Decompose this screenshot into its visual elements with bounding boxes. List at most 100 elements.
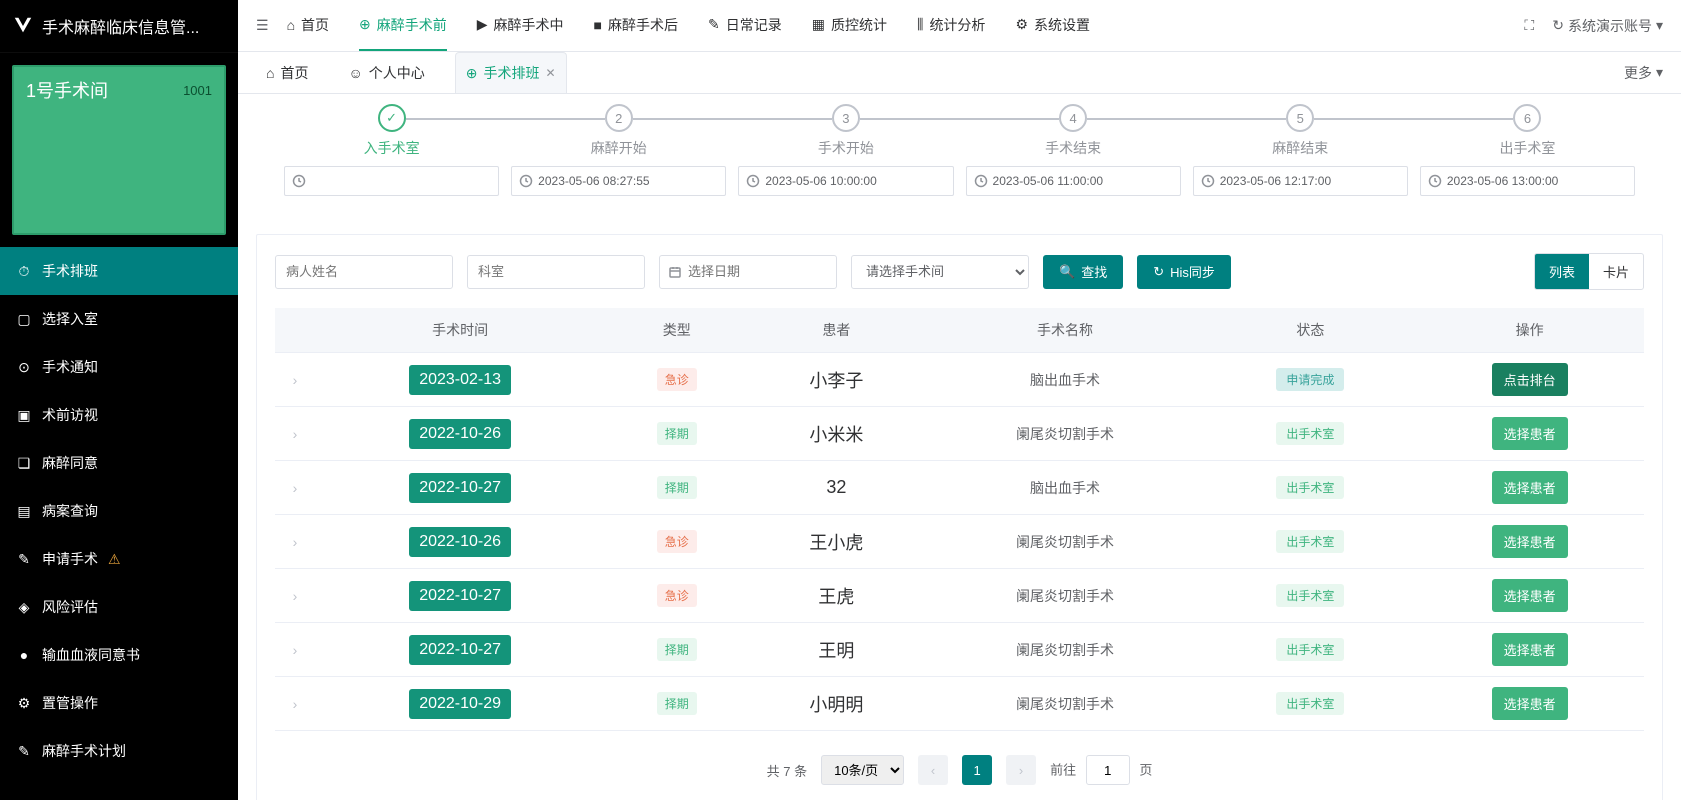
row-action-button[interactable]: 选择患者 [1492,525,1568,558]
status-badge: 申请完成 [1276,368,1344,391]
next-page-button[interactable]: › [1006,755,1036,785]
date-input[interactable] [659,255,837,289]
room-card[interactable]: 1号手术间 1001 [12,65,226,235]
room-select[interactable]: 请选择手术间 [851,255,1029,289]
surgery-name: 阑尾炎切割手术 [924,569,1205,623]
menu-label: 手术通知 [42,357,98,377]
surgery-date: 2022-10-27 [409,635,511,665]
view-list-button[interactable]: 列表 [1535,254,1589,289]
collapse-sidebar-icon[interactable]: ☰ [256,17,269,34]
table-row: › 2022-10-27 择期 王明 阑尾炎切割手术 出手术室 选择患者 [275,623,1644,677]
page-number-button[interactable]: 1 [962,755,992,785]
expand-row-button[interactable]: › [275,407,315,461]
nav-label: 质控统计 [831,15,887,35]
step-circle: 6 [1513,104,1541,132]
subtab-首页[interactable]: ⌂首页 [256,52,318,93]
nav-麻醉手术后[interactable]: ■麻醉手术后 [594,1,678,51]
nav-统计分析[interactable]: ⫼统计分析 [917,1,985,51]
row-action-button[interactable]: 选择患者 [1492,471,1568,504]
his-sync-button[interactable]: ↻ His同步 [1137,255,1231,289]
subtab-label: 手术排班 [484,63,540,83]
menu-label: 麻醉同意 [42,453,98,473]
page-size-select[interactable]: 10条/页 [821,755,904,785]
sidebar-item-申请手术[interactable]: ✎申请手术⚠ [0,535,238,583]
nav-麻醉手术中[interactable]: ▶麻醉手术中 [477,1,564,51]
jump-suffix: 页 [1139,763,1152,778]
menu-icon: ⏱ [16,263,32,279]
sidebar-item-术前访视[interactable]: ▣术前访视 [0,391,238,439]
schedule-panel: 请选择手术间 🔍 查找 ↻ His同步 列表 卡片 手术时间类型 [256,234,1663,800]
row-action-button[interactable]: 选择患者 [1492,417,1568,450]
step-time-input[interactable] [511,166,726,196]
prev-page-button[interactable]: ‹ [918,755,948,785]
patient-name: 32 [826,477,846,497]
sidebar-item-麻醉手术计划[interactable]: ✎麻醉手术计划 [0,727,238,775]
nav-label: 麻醉手术中 [494,15,564,35]
nav-系统设置[interactable]: ⚙系统设置 [1015,1,1090,51]
subtab-手术排班[interactable]: ⊕手术排班✕ [455,52,567,93]
expand-row-button[interactable]: › [275,515,315,569]
menu-icon: ◈ [16,599,32,615]
step-time-input[interactable] [1420,166,1635,196]
topbar: ☰ ⌂首页 ⊕麻醉手术前 ▶麻醉手术中 ■麻醉手术后 ✎日常记录 ▦ 质控统计 ⫼统计分析 ⚙系… [238,0,1681,52]
search-button[interactable]: 🔍 查找 [1043,255,1123,289]
row-action-button[interactable]: 选择患者 [1492,633,1568,666]
step-time-input[interactable] [966,166,1181,196]
row-action-button[interactable]: 点击排台 [1492,363,1568,396]
menu-icon: ▤ [16,503,32,519]
fullscreen-icon[interactable]: ⛶ [1524,17,1534,34]
menu-label: 选择入室 [42,309,98,329]
sidebar-item-麻醉同意[interactable]: ❏麻醉同意 [0,439,238,487]
step-circle: 2 [605,104,633,132]
surgery-name: 脑出血手术 [924,461,1205,515]
nav-label: 统计分析 [929,15,985,35]
nav-质控统计[interactable]: ▦ 质控统计 [812,1,887,51]
more-button[interactable]: 更多 ▾ [1624,63,1663,83]
step-time-input[interactable] [284,166,499,196]
sidebar-item-手术排班[interactable]: ⏱手术排班 [0,247,238,295]
sidebar-item-选择入室[interactable]: ▢选择入室 [0,295,238,343]
col-类型: 类型 [605,308,748,353]
surgery-name: 阑尾炎切割手术 [924,515,1205,569]
view-card-button[interactable]: 卡片 [1589,254,1643,289]
account-menu[interactable]: ↻ 系统演示账号 ▾ [1552,16,1663,36]
nav-icon: ✎ [708,16,720,33]
nav-首页[interactable]: ⌂首页 [287,1,329,51]
dept-input[interactable] [467,255,645,289]
sidebar-item-风险评估[interactable]: ◈风险评估 [0,583,238,631]
nav-icon: ■ [594,17,602,33]
menu-label: 麻醉手术计划 [42,741,126,761]
surgery-type: 急诊 [657,368,697,391]
subtab-个人中心[interactable]: ☺个人中心 [338,52,434,93]
row-action-button[interactable]: 选择患者 [1492,687,1568,720]
nav-日常记录[interactable]: ✎日常记录 [708,1,782,51]
warn-icon: ⚠ [108,551,121,568]
col-手术名称: 手术名称 [924,308,1205,353]
patient-name: 小李子 [809,371,863,391]
sidebar-item-置管操作[interactable]: ⚙置管操作 [0,679,238,727]
surgery-type: 急诊 [657,530,697,553]
row-action-button[interactable]: 选择患者 [1492,579,1568,612]
expand-row-button[interactable]: › [275,353,315,407]
expand-row-button[interactable]: › [275,569,315,623]
close-icon[interactable]: ✕ [546,66,556,80]
step-circle: 5 [1286,104,1314,132]
sidebar-item-病案查询[interactable]: ▤ 病案查询 [0,487,238,535]
status-badge: 出手术室 [1276,692,1344,715]
page-jump-input[interactable] [1086,755,1130,785]
expand-row-button[interactable]: › [275,461,315,515]
more-label: 更多 [1624,63,1652,83]
expand-row-button[interactable]: › [275,677,315,731]
nav-icon: ▦ [812,16,825,33]
patient-name-input[interactable] [275,255,453,289]
menu-label: 申请手术 [42,549,98,569]
expand-row-button[interactable]: › [275,623,315,677]
refresh-icon: ↻ [1552,17,1564,34]
menu-label: 病案查询 [42,501,98,521]
nav-麻醉手术前[interactable]: ⊕麻醉手术前 [359,1,447,51]
sidebar-item-输血血液同意书[interactable]: ●输血血液同意书 [0,631,238,679]
step-time-input[interactable] [738,166,953,196]
sidebar-item-手术通知[interactable]: ⊙手术通知 [0,343,238,391]
step-time-input[interactable] [1193,166,1408,196]
step-手术结束: 4手术结束 [960,104,1187,196]
